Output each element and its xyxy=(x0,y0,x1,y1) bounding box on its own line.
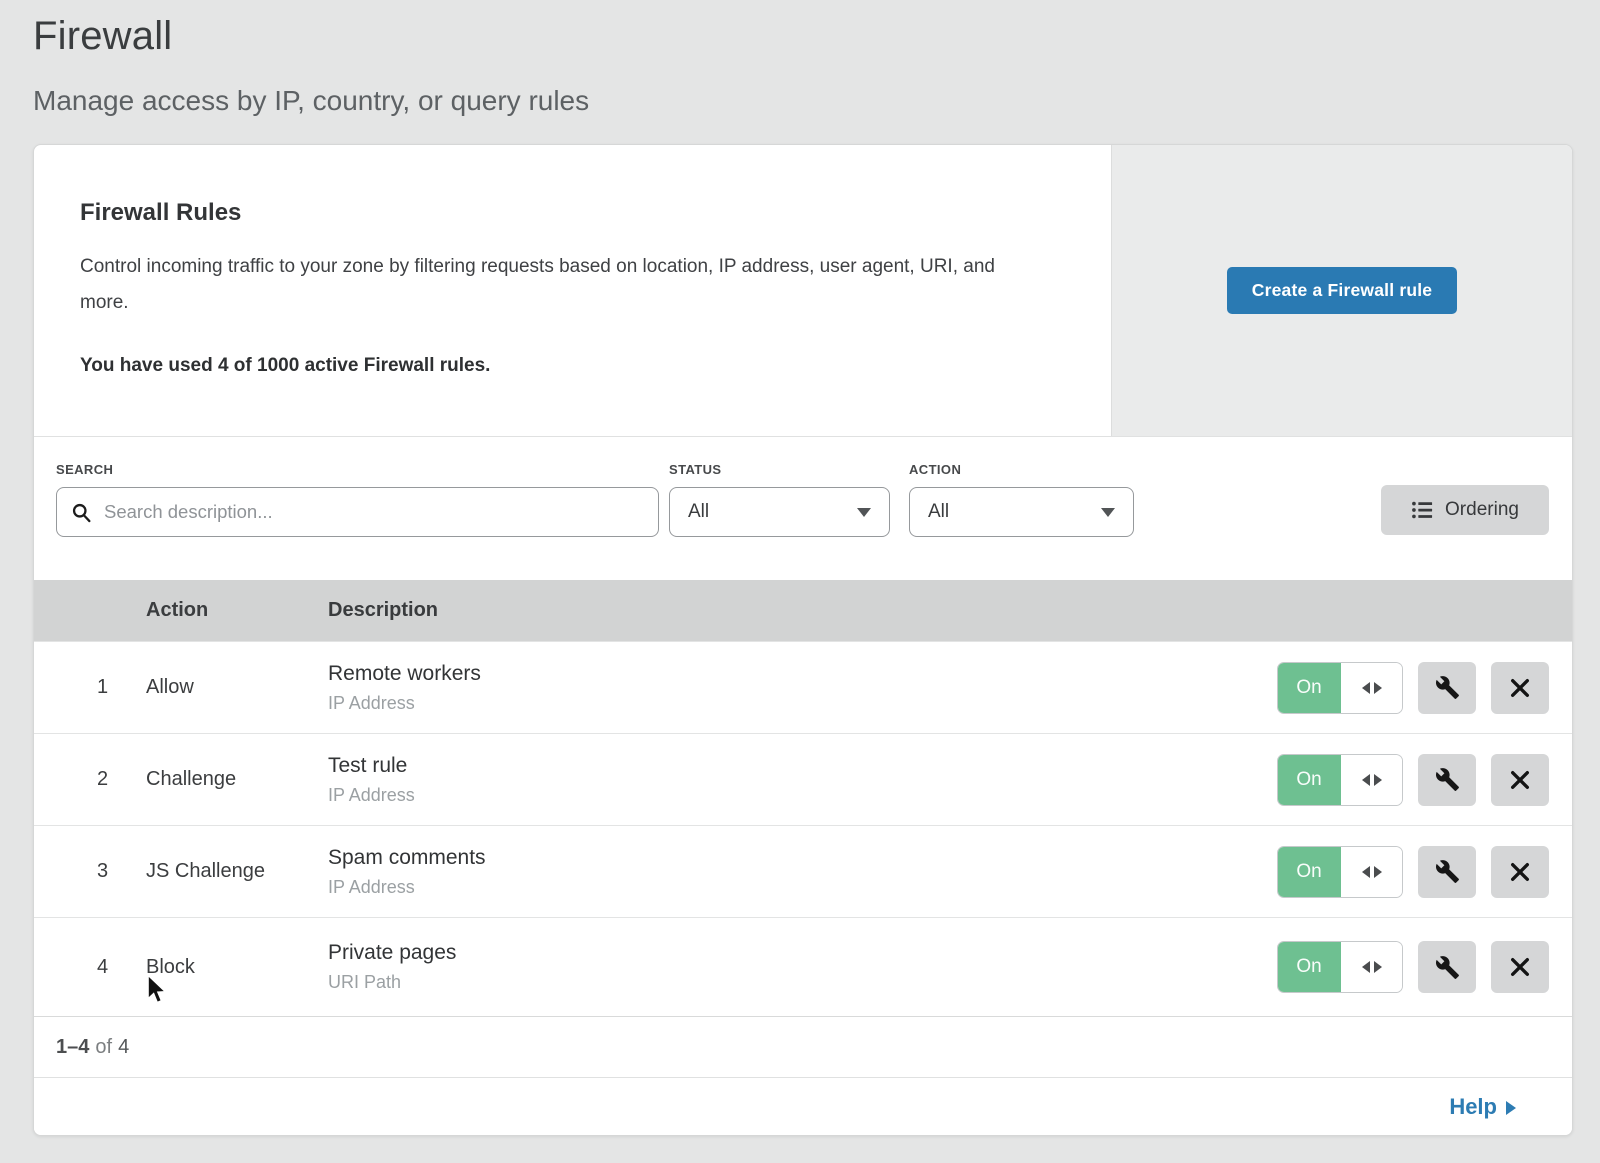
page-subtitle: Manage access by IP, country, or query r… xyxy=(33,85,1567,117)
pagination: 1–4 of 4 xyxy=(34,1016,1572,1077)
rule-field: URI Path xyxy=(328,972,1277,993)
wrench-icon xyxy=(1435,859,1460,884)
rule-controls: On xyxy=(1277,662,1572,714)
rule-action: Allow xyxy=(146,676,328,699)
rule-priority: 3 xyxy=(34,860,146,883)
help-link[interactable]: Help xyxy=(1449,1094,1516,1120)
toggle-arrows-icon xyxy=(1341,942,1402,992)
create-firewall-rule-button[interactable]: Create a Firewall rule xyxy=(1227,267,1457,314)
close-icon xyxy=(1509,677,1531,699)
card-description: Control incoming traffic to your zone by… xyxy=(80,249,1040,321)
arrow-right-icon xyxy=(1506,1101,1516,1115)
rule-description-cell: Test rule IP Address xyxy=(328,754,1277,806)
ordering-button[interactable]: Ordering xyxy=(1381,485,1549,535)
rule-priority: 2 xyxy=(34,768,146,791)
action-filter-group: ACTION All xyxy=(909,462,1134,537)
search-label: SEARCH xyxy=(56,462,659,477)
search-icon xyxy=(71,502,92,523)
toggle-on-label: On xyxy=(1277,662,1341,714)
help-footer: Help xyxy=(34,1077,1572,1135)
rule-description-cell: Spam comments IP Address xyxy=(328,846,1277,898)
description-column-header: Description xyxy=(328,599,1572,622)
rule-enabled-toggle[interactable]: On xyxy=(1277,941,1403,993)
action-column-header: Action xyxy=(146,599,328,622)
rule-description-cell: Private pages URI Path xyxy=(328,941,1277,993)
rule-field: IP Address xyxy=(328,877,1277,898)
card-intro-text: Firewall Rules Control incoming traffic … xyxy=(34,145,1111,436)
status-select-value: All xyxy=(688,501,709,523)
table-row: 1 Allow Remote workers IP Address On xyxy=(34,641,1572,733)
edit-rule-button[interactable] xyxy=(1418,754,1476,806)
rule-description-cell: Remote workers IP Address xyxy=(328,662,1277,714)
rule-action: Block xyxy=(146,956,328,979)
usage-text: You have used 4 of 1000 active Firewall … xyxy=(80,355,1065,377)
table-header: Action Description xyxy=(34,580,1572,641)
firewall-rules-card: Firewall Rules Control incoming traffic … xyxy=(33,144,1573,1136)
table-row: 2 Challenge Test rule IP Address On xyxy=(34,733,1572,825)
close-icon xyxy=(1509,861,1531,883)
action-select-value: All xyxy=(928,501,949,523)
rule-description: Remote workers xyxy=(328,662,1277,686)
pagination-total: 4 xyxy=(118,1036,129,1059)
chevron-down-icon xyxy=(857,508,871,517)
rule-action: Challenge xyxy=(146,768,328,791)
delete-rule-button[interactable] xyxy=(1491,941,1549,993)
close-icon xyxy=(1509,956,1531,978)
toggle-arrows-icon xyxy=(1341,847,1402,897)
rule-enabled-toggle[interactable]: On xyxy=(1277,754,1403,806)
rule-field: IP Address xyxy=(328,693,1277,714)
rule-controls: On xyxy=(1277,941,1572,993)
help-link-label: Help xyxy=(1449,1094,1497,1120)
table-row: 3 JS Challenge Spam comments IP Address … xyxy=(34,825,1572,917)
delete-rule-button[interactable] xyxy=(1491,662,1549,714)
delete-rule-button[interactable] xyxy=(1491,846,1549,898)
rule-field: IP Address xyxy=(328,785,1277,806)
firewall-page: Firewall Manage access by IP, country, o… xyxy=(0,0,1600,1136)
wrench-icon xyxy=(1435,955,1460,980)
rule-controls: On xyxy=(1277,754,1572,806)
rule-description: Spam comments xyxy=(328,846,1277,870)
rule-enabled-toggle[interactable]: On xyxy=(1277,662,1403,714)
card-intro-section: Firewall Rules Control incoming traffic … xyxy=(34,145,1572,437)
pagination-range: 1–4 xyxy=(56,1036,89,1059)
toggle-on-label: On xyxy=(1277,754,1341,806)
rule-priority: 1 xyxy=(34,676,146,699)
status-label: STATUS xyxy=(669,462,890,477)
status-select[interactable]: All xyxy=(669,487,890,537)
status-filter-group: STATUS All xyxy=(669,462,890,537)
wrench-icon xyxy=(1435,767,1460,792)
toggle-arrows-icon xyxy=(1341,755,1402,805)
rule-action: JS Challenge xyxy=(146,860,328,883)
toggle-on-label: On xyxy=(1277,846,1341,898)
edit-rule-button[interactable] xyxy=(1418,846,1476,898)
edit-rule-button[interactable] xyxy=(1418,941,1476,993)
rule-enabled-toggle[interactable]: On xyxy=(1277,846,1403,898)
search-input[interactable] xyxy=(102,500,644,524)
rule-controls: On xyxy=(1277,846,1572,898)
edit-rule-button[interactable] xyxy=(1418,662,1476,714)
action-select[interactable]: All xyxy=(909,487,1134,537)
ordering-button-label: Ordering xyxy=(1445,499,1519,521)
search-filter-group: SEARCH xyxy=(56,462,659,537)
filter-bar: SEARCH STATUS All ACTION xyxy=(34,437,1572,580)
page-title: Firewall xyxy=(33,14,1567,59)
toggle-on-label: On xyxy=(1277,941,1341,993)
ordered-list-icon xyxy=(1411,499,1433,521)
search-input-wrapper xyxy=(56,487,659,537)
rule-description: Test rule xyxy=(328,754,1277,778)
toggle-arrows-icon xyxy=(1341,663,1402,713)
close-icon xyxy=(1509,769,1531,791)
chevron-down-icon xyxy=(1101,508,1115,517)
card-heading: Firewall Rules xyxy=(80,199,1065,227)
pagination-of-label: of xyxy=(95,1036,112,1059)
action-label: ACTION xyxy=(909,462,1134,477)
rule-priority: 4 xyxy=(34,956,146,979)
delete-rule-button[interactable] xyxy=(1491,754,1549,806)
create-rule-panel: Create a Firewall rule xyxy=(1111,145,1572,436)
rule-description: Private pages xyxy=(328,941,1277,965)
wrench-icon xyxy=(1435,675,1460,700)
table-row: 4 Block Private pages URI Path On xyxy=(34,917,1572,1016)
